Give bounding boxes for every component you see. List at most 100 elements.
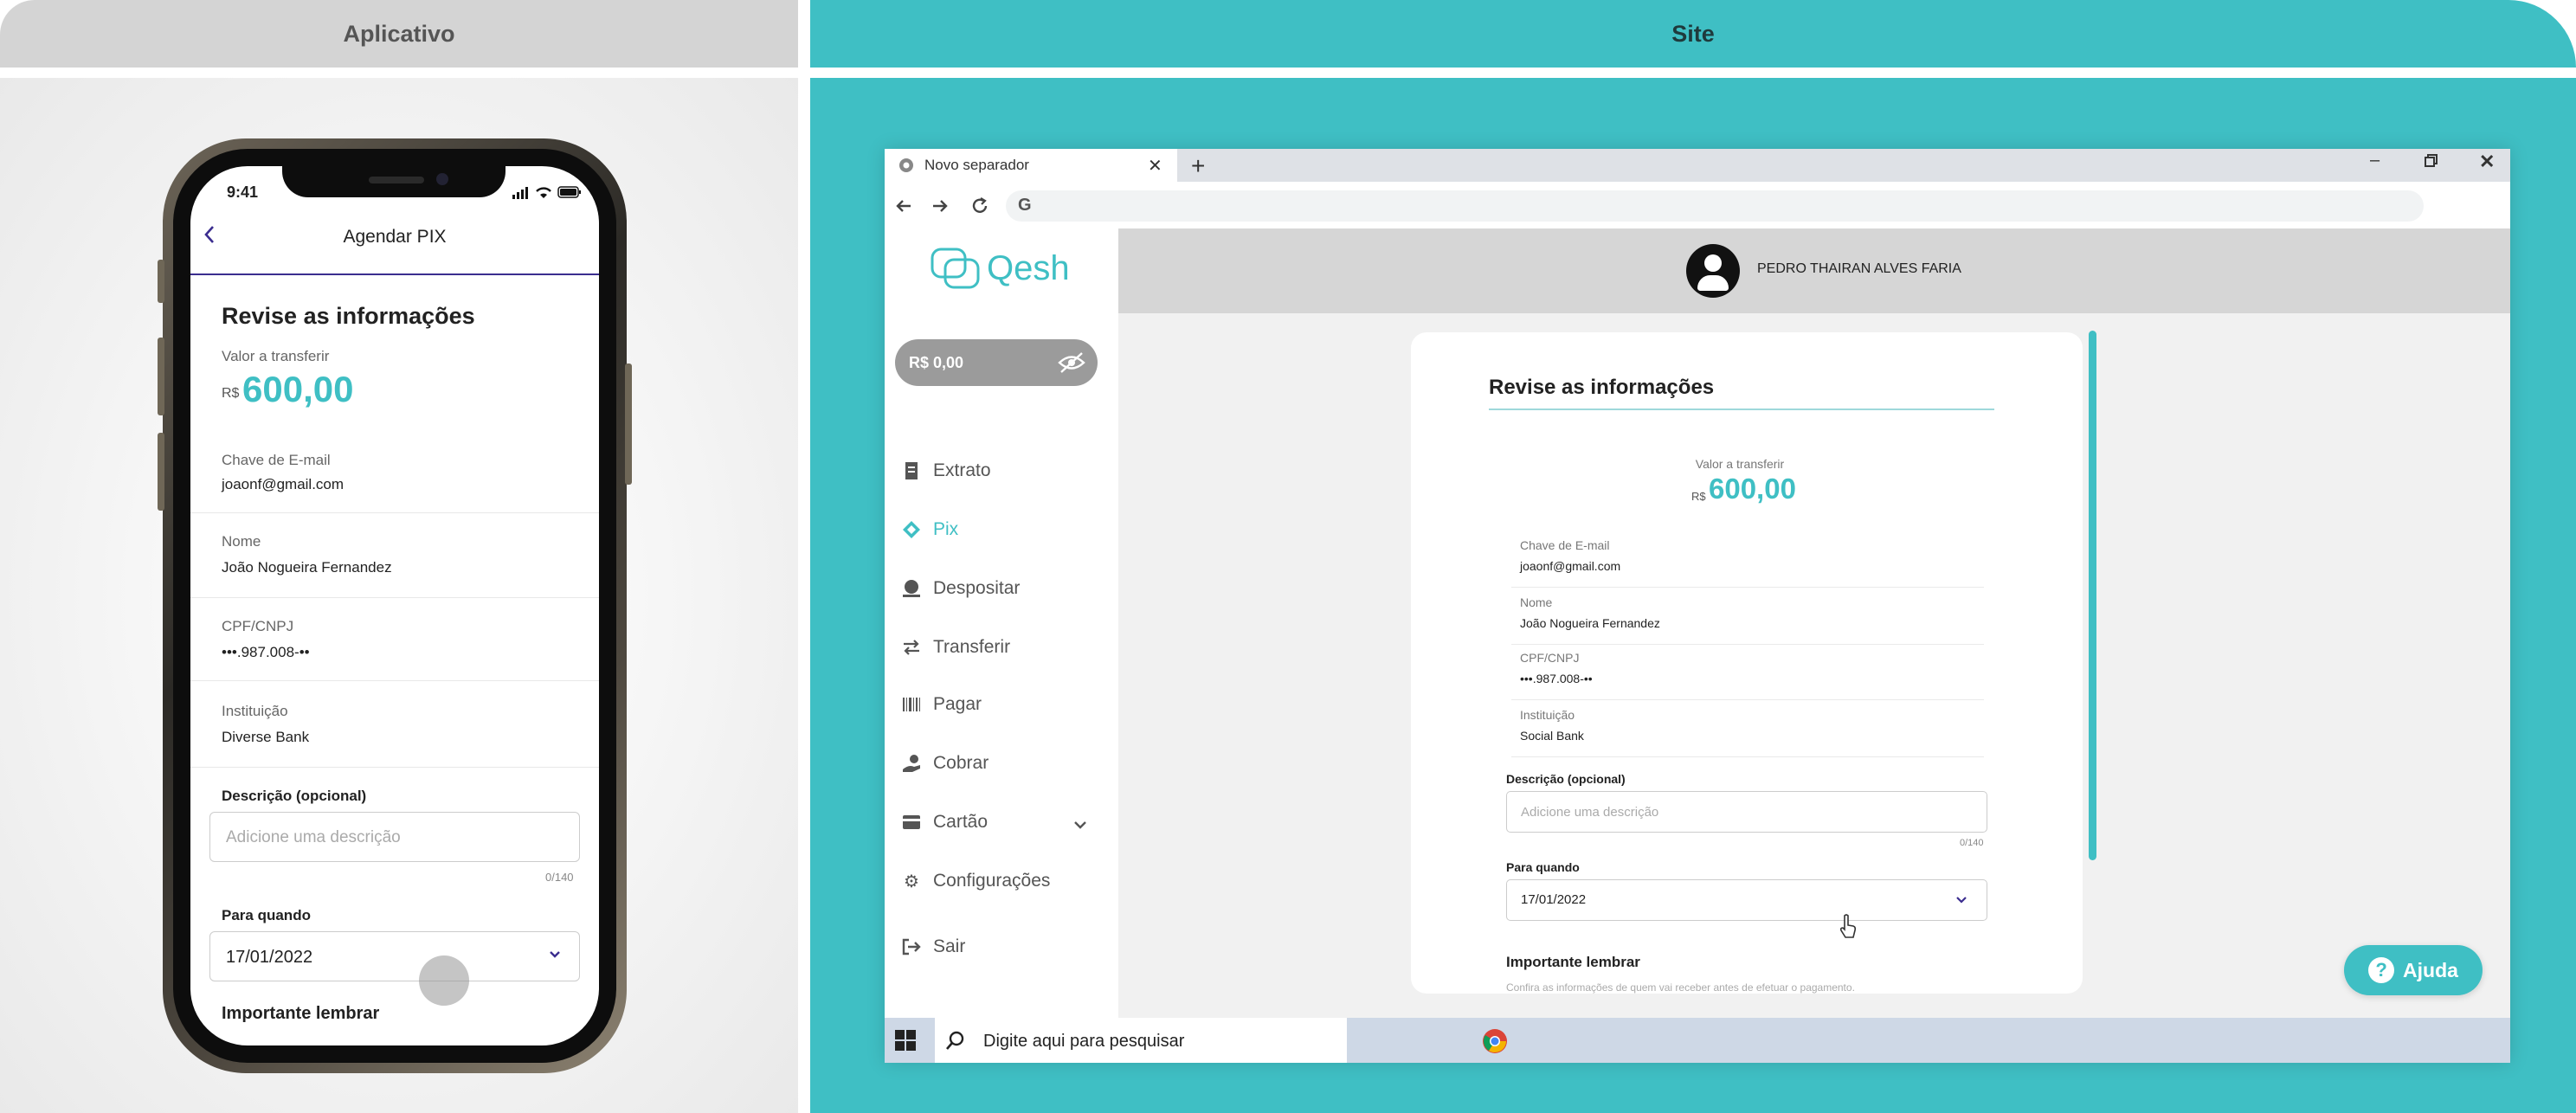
user-name: PEDRO THAIRAN ALVES FARIA: [1757, 261, 1961, 276]
gear-icon: ⚙: [904, 872, 919, 891]
review-heading: Revise as informações: [222, 303, 475, 329]
qesh-logo: Qesh: [987, 249, 1070, 287]
sidebar-item-pagar[interactable]: Pagar: [902, 694, 982, 715]
date-select[interactable]: 17/01/2022: [209, 931, 580, 981]
sidebar-item-transferir[interactable]: Transferir: [902, 637, 1010, 658]
field-label: Chave de E-mail: [222, 452, 331, 468]
url-input[interactable]: G: [1006, 190, 2424, 222]
qesh-logo-icon: [930, 244, 985, 299]
field-label: Chave de E-mail: [1520, 538, 1610, 552]
window-close-icon[interactable]: ✕: [2479, 151, 2495, 173]
remember-text: Confira as informações de quem vai receb…: [1506, 981, 1855, 994]
pix-icon: [902, 520, 921, 539]
taskbar-search[interactable]: Digite aqui para pesquisar: [935, 1018, 1347, 1063]
sidebar-item-sair[interactable]: Sair: [902, 936, 965, 957]
description-label: Descrição (opcional): [1506, 772, 1626, 786]
field-value: Diverse Bank: [222, 729, 310, 745]
sidebar-item-cartao[interactable]: Cartão: [902, 812, 988, 833]
search-icon: [945, 1030, 966, 1055]
remember-heading: Importante lembrar: [1506, 954, 1640, 970]
battery-icon: [557, 186, 582, 203]
new-tab-icon[interactable]: +: [1191, 152, 1205, 180]
sidebar-item-label: Transferir: [933, 637, 1011, 657]
receipt-icon: [902, 461, 921, 480]
restore-icon[interactable]: [2424, 154, 2438, 172]
field-divider: [190, 512, 599, 513]
currency-symbol: R$: [1691, 490, 1706, 503]
description-input[interactable]: Adicione uma descrição: [209, 812, 580, 862]
barcode-icon: [902, 695, 921, 714]
sidebar-item-label: Configurações: [933, 871, 1051, 891]
sidebar-item-label: Pagar: [933, 694, 982, 714]
chevron-down-icon: [548, 948, 562, 966]
avatar[interactable]: [1686, 244, 1740, 298]
balance-pill[interactable]: R$ 0,00: [895, 339, 1098, 386]
chevron-down-icon: [1955, 894, 1967, 910]
amount-block: Valor a transferir: [1497, 457, 1982, 471]
field-value: João Nogueira Fernandez: [1520, 616, 1660, 630]
minimize-icon[interactable]: –: [2370, 151, 2380, 170]
field-label: Nome: [222, 533, 261, 550]
transfer-icon: [902, 638, 921, 657]
phone-notch: [282, 166, 506, 197]
sidebar-item-label: Sair: [933, 936, 966, 956]
when-label: Para quando: [1506, 860, 1580, 874]
field-value: João Nogueira Fernandez: [222, 559, 392, 576]
avatar-body: [1697, 275, 1729, 291]
sidebar-item-label: Cartão: [933, 812, 989, 832]
tab-close-icon[interactable]: ✕: [1148, 155, 1162, 177]
sidebar-item-configuracoes[interactable]: ⚙ Configurações: [902, 871, 1050, 891]
currency-symbol: R$: [222, 386, 240, 401]
question-icon: ?: [2368, 957, 2395, 983]
field-divider: [190, 680, 599, 681]
remember-heading: Importante lembrar: [222, 1004, 380, 1023]
charge-icon: [902, 754, 921, 773]
chevron-down-icon[interactable]: [1073, 819, 1087, 834]
field-value: •••.987.008-••: [222, 644, 310, 660]
date-select[interactable]: 17/01/2022: [1506, 879, 1987, 921]
field-value: •••.987.008-••: [1520, 672, 1593, 685]
field-value: joaonf@gmail.com: [1520, 559, 1621, 573]
touch-indicator: [419, 955, 469, 1006]
forward-icon[interactable]: [930, 196, 950, 221]
when-label: Para quando: [222, 907, 311, 923]
sidebar-item-label: Extrato: [933, 460, 991, 480]
wifi-icon: [535, 185, 552, 203]
app-panel-title: Aplicativo: [0, 0, 798, 68]
amount-label: Valor a transferir: [222, 348, 330, 364]
sidebar-item-pix[interactable]: Pix: [902, 519, 958, 540]
sidebar-item-depositar[interactable]: Despositar: [902, 578, 1020, 599]
browser-tab[interactable]: Novo separador ✕: [885, 149, 1177, 182]
scrollbar[interactable]: [2089, 331, 2096, 860]
sidebar-item-cobrar[interactable]: Cobrar: [902, 753, 989, 774]
phone-volume-down: [158, 433, 164, 511]
description-placeholder: Adicione uma descrição: [1521, 805, 1659, 820]
phone-power-button: [625, 363, 632, 485]
back-icon[interactable]: [893, 196, 914, 221]
field-label: Instituição: [1520, 708, 1575, 722]
description-placeholder: Adicione uma descrição: [226, 828, 401, 846]
nav-title: Agendar PIX: [343, 227, 447, 247]
phone-screen: 9:41 Agendar PIX Revise as informações V…: [190, 166, 599, 1045]
field-divider: [190, 597, 599, 598]
windows-start-icon[interactable]: [895, 1030, 916, 1055]
panel-divider: [798, 0, 810, 1113]
card-icon: [902, 813, 921, 832]
help-label: Ajuda: [2403, 958, 2458, 981]
amount-value: 600,00: [242, 369, 354, 409]
char-counter: 0/140: [545, 871, 574, 884]
description-input[interactable]: Adicione uma descrição: [1506, 791, 1987, 833]
amount-value: 600,00: [1709, 473, 1796, 505]
date-value: 17/01/2022: [226, 948, 313, 967]
phone-volume-up: [158, 338, 164, 415]
field-value: joaonf@gmail.com: [222, 476, 345, 492]
sidebar-item-extrato[interactable]: Extrato: [902, 460, 991, 481]
eye-off-icon[interactable]: [1058, 351, 1085, 378]
reload-icon[interactable]: [969, 196, 990, 221]
help-button[interactable]: ? Ajuda: [2344, 945, 2483, 995]
field-label: CPF/CNPJ: [1520, 651, 1580, 665]
hand-cursor-icon: [1839, 914, 1858, 944]
chrome-taskbar-icon[interactable]: [1482, 1028, 1508, 1058]
field-label: Instituição: [222, 703, 288, 719]
taskbar-search-placeholder: Digite aqui para pesquisar: [983, 1032, 1185, 1051]
